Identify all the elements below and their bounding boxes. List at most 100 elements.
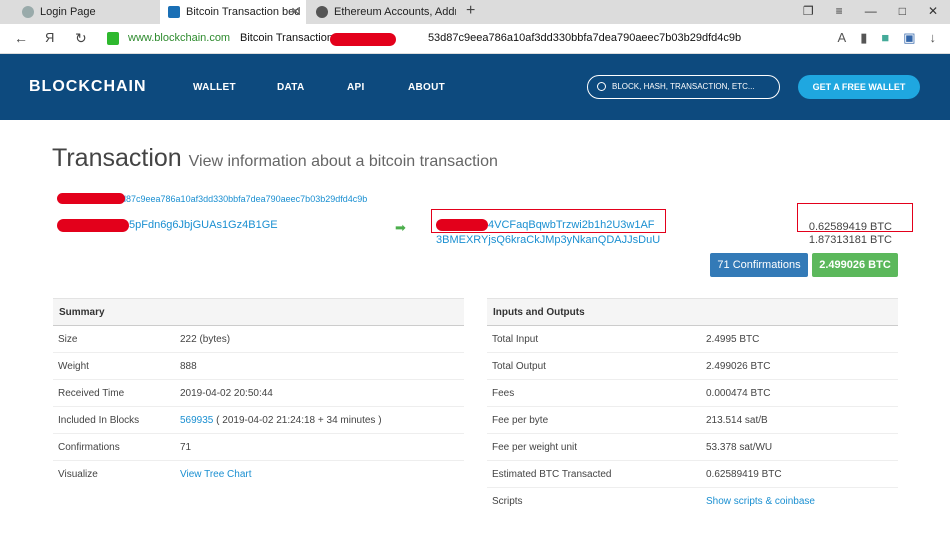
row-value: 53.378 sat/WU bbox=[706, 442, 773, 453]
address-bar: ← Я ↻ www.blockchain.com Bitcoin Transac… bbox=[0, 24, 950, 54]
row-value: 222 (bytes) bbox=[180, 334, 231, 345]
site-header: BLOCKCHAIN WALLET DATA API ABOUT BLOCK, … bbox=[0, 54, 950, 120]
row-value: 71 bbox=[180, 442, 192, 453]
tab-ethereum-accounts[interactable]: Ethereum Accounts, Addre bbox=[308, 0, 456, 24]
summary-heading: Summary bbox=[53, 298, 464, 326]
total-btc-button[interactable]: 2.499026 BTC bbox=[812, 253, 898, 277]
inputs-outputs-panel: Inputs and Outputs Total Input 2.4995 BT… bbox=[487, 298, 898, 515]
row-label: Fee per byte bbox=[492, 415, 549, 426]
table-row: Visualize View Tree Chart bbox=[53, 461, 464, 488]
minimize-icon[interactable]: — bbox=[865, 4, 877, 18]
get-free-wallet-button[interactable]: GET A FREE WALLET bbox=[798, 75, 920, 99]
row-value: 2019-04-02 20:50:44 bbox=[180, 388, 273, 399]
menu-icon[interactable]: ≡ bbox=[836, 4, 843, 18]
highlight-box bbox=[431, 209, 666, 233]
view-tree-chart-link[interactable]: View Tree Chart bbox=[180, 469, 252, 480]
highlight-box bbox=[797, 203, 913, 232]
globe-icon bbox=[22, 6, 34, 18]
url-path[interactable]: Bitcoin Transaction 53d87c9eea786a10af3dd… bbox=[240, 32, 741, 44]
row-value: 888 bbox=[180, 361, 197, 372]
search-input[interactable]: BLOCK, HASH, TRANSACTION, ETC... bbox=[587, 75, 780, 99]
nav-about[interactable]: ABOUT bbox=[408, 82, 445, 93]
redaction-mark bbox=[57, 219, 129, 232]
table-row: Estimated BTC Transacted 0.62589419 BTC bbox=[487, 461, 898, 488]
tab-title: Ethereum Accounts, Addre bbox=[334, 6, 456, 18]
row-label: Estimated BTC Transacted bbox=[492, 469, 612, 480]
nav-data[interactable]: DATA bbox=[277, 82, 305, 93]
output-amount-2: 1.87313181 BTC bbox=[808, 234, 892, 246]
confirmations-button[interactable]: 71 Confirmations bbox=[710, 253, 808, 277]
row-label: Total Output bbox=[492, 361, 546, 372]
extension-icon[interactable]: ■ bbox=[881, 30, 889, 46]
arrow-right-icon: ➡ bbox=[395, 220, 406, 235]
row-value: 2.4995 BTC bbox=[706, 334, 760, 345]
table-row: Weight 888 bbox=[53, 353, 464, 380]
search-placeholder: BLOCK, HASH, TRANSACTION, ETC... bbox=[612, 82, 755, 91]
show-scripts-link[interactable]: Show scripts & coinbase bbox=[706, 496, 815, 507]
reload-icon[interactable]: ↻ bbox=[75, 30, 87, 47]
row-value: 0.62589419 BTC bbox=[706, 469, 782, 480]
screenshot-icon[interactable]: ▣ bbox=[903, 30, 915, 46]
table-row: Scripts Show scripts & coinbase bbox=[487, 488, 898, 515]
row-label: Included In Blocks bbox=[58, 415, 140, 426]
block-time: ( 2019-04-02 21:24:18 + 34 minutes ) bbox=[216, 415, 382, 426]
table-row: Received Time 2019-04-02 20:50:44 bbox=[53, 380, 464, 407]
row-label: Scripts bbox=[492, 496, 523, 507]
translate-icon[interactable]: A bbox=[838, 30, 847, 46]
yandex-icon[interactable]: Я bbox=[45, 30, 54, 45]
url-hash-text: 53d87c9eea786a10af3dd330bbfa7dea790aeec7… bbox=[427, 32, 742, 44]
row-label: Total Input bbox=[492, 334, 539, 345]
browser-tab-bar: Login Page Bitcoin Transaction bed ✕ Eth… bbox=[0, 0, 950, 24]
row-label: Received Time bbox=[58, 388, 125, 399]
row-value: 0.000474 BTC bbox=[706, 388, 771, 399]
bookmark-icon[interactable]: ▮ bbox=[860, 30, 867, 46]
bookmarks-icon[interactable]: ❐ bbox=[803, 4, 814, 18]
logo[interactable]: BLOCKCHAIN bbox=[29, 78, 147, 96]
table-row: Fee per weight unit 53.378 sat/WU bbox=[487, 434, 898, 461]
tab-login-page[interactable]: Login Page bbox=[14, 0, 154, 24]
output-address-2-link[interactable]: 3BMEXRYjsQ6kraCkJMp3yNkanQDAJJsDuU bbox=[436, 234, 660, 246]
tab-bitcoin-transaction[interactable]: Bitcoin Transaction bed ✕ bbox=[160, 0, 306, 24]
row-label: Fees bbox=[492, 388, 515, 399]
table-row: Total Output 2.499026 BTC bbox=[487, 353, 898, 380]
lock-icon bbox=[107, 32, 119, 45]
row-value: 2.499026 BTC bbox=[706, 361, 771, 372]
toolbar-icons: A ▮ ■ ▣ ↓ bbox=[838, 30, 936, 46]
page-title: Transaction View information about a bit… bbox=[52, 144, 498, 173]
input-address-text: 5pFdn6g6JbjGUAs1Gz4B1GE bbox=[129, 219, 278, 231]
url-domain[interactable]: www.blockchain.com bbox=[128, 32, 230, 44]
window-controls: ❐ ≡ — □ ✕ bbox=[803, 4, 938, 18]
nav-api[interactable]: API bbox=[347, 82, 365, 93]
url-path-text: Bitcoin Transaction bbox=[240, 32, 333, 44]
io-heading: Inputs and Outputs bbox=[487, 298, 898, 326]
redaction-mark bbox=[57, 193, 125, 204]
summary-panel: Summary Size 222 (bytes) Weight 888 Rece… bbox=[53, 298, 464, 488]
table-row: Fee per byte 213.514 sat/B bbox=[487, 407, 898, 434]
page-subtitle: View information about a bitcoin transac… bbox=[188, 153, 498, 170]
tab-title: Bitcoin Transaction bed bbox=[186, 6, 301, 18]
block-link[interactable]: 569935 bbox=[180, 415, 213, 426]
maximize-icon[interactable]: □ bbox=[899, 4, 906, 18]
table-row: Fees 0.000474 BTC bbox=[487, 380, 898, 407]
row-label: Fee per weight unit bbox=[492, 442, 578, 453]
row-label: Weight bbox=[58, 361, 89, 372]
new-tab-button[interactable]: + bbox=[466, 2, 475, 20]
close-icon[interactable]: ✕ bbox=[928, 4, 938, 18]
table-row: Size 222 (bytes) bbox=[53, 326, 464, 353]
row-label: Size bbox=[58, 334, 78, 345]
table-row: Total Input 2.4995 BTC bbox=[487, 326, 898, 353]
blockchain-favicon-icon bbox=[168, 6, 180, 18]
close-tab-icon[interactable]: ✕ bbox=[291, 5, 300, 18]
nav-wallet[interactable]: WALLET bbox=[193, 82, 236, 93]
search-icon bbox=[597, 82, 606, 91]
redaction-mark bbox=[330, 33, 396, 46]
title-text: Transaction bbox=[52, 144, 182, 172]
etherscan-favicon-icon bbox=[316, 6, 328, 18]
tx-hash-text: d87c9eea786a10af3dd330bbfa7dea790aeec7b0… bbox=[121, 194, 368, 204]
back-icon[interactable]: ← bbox=[14, 30, 28, 46]
row-label: Visualize bbox=[58, 469, 98, 480]
row-label: Confirmations bbox=[58, 442, 120, 453]
download-icon[interactable]: ↓ bbox=[930, 30, 937, 46]
row-value: 569935 ( 2019-04-02 21:24:18 + 34 minute… bbox=[180, 415, 382, 426]
row-value: 213.514 sat/B bbox=[706, 415, 768, 426]
